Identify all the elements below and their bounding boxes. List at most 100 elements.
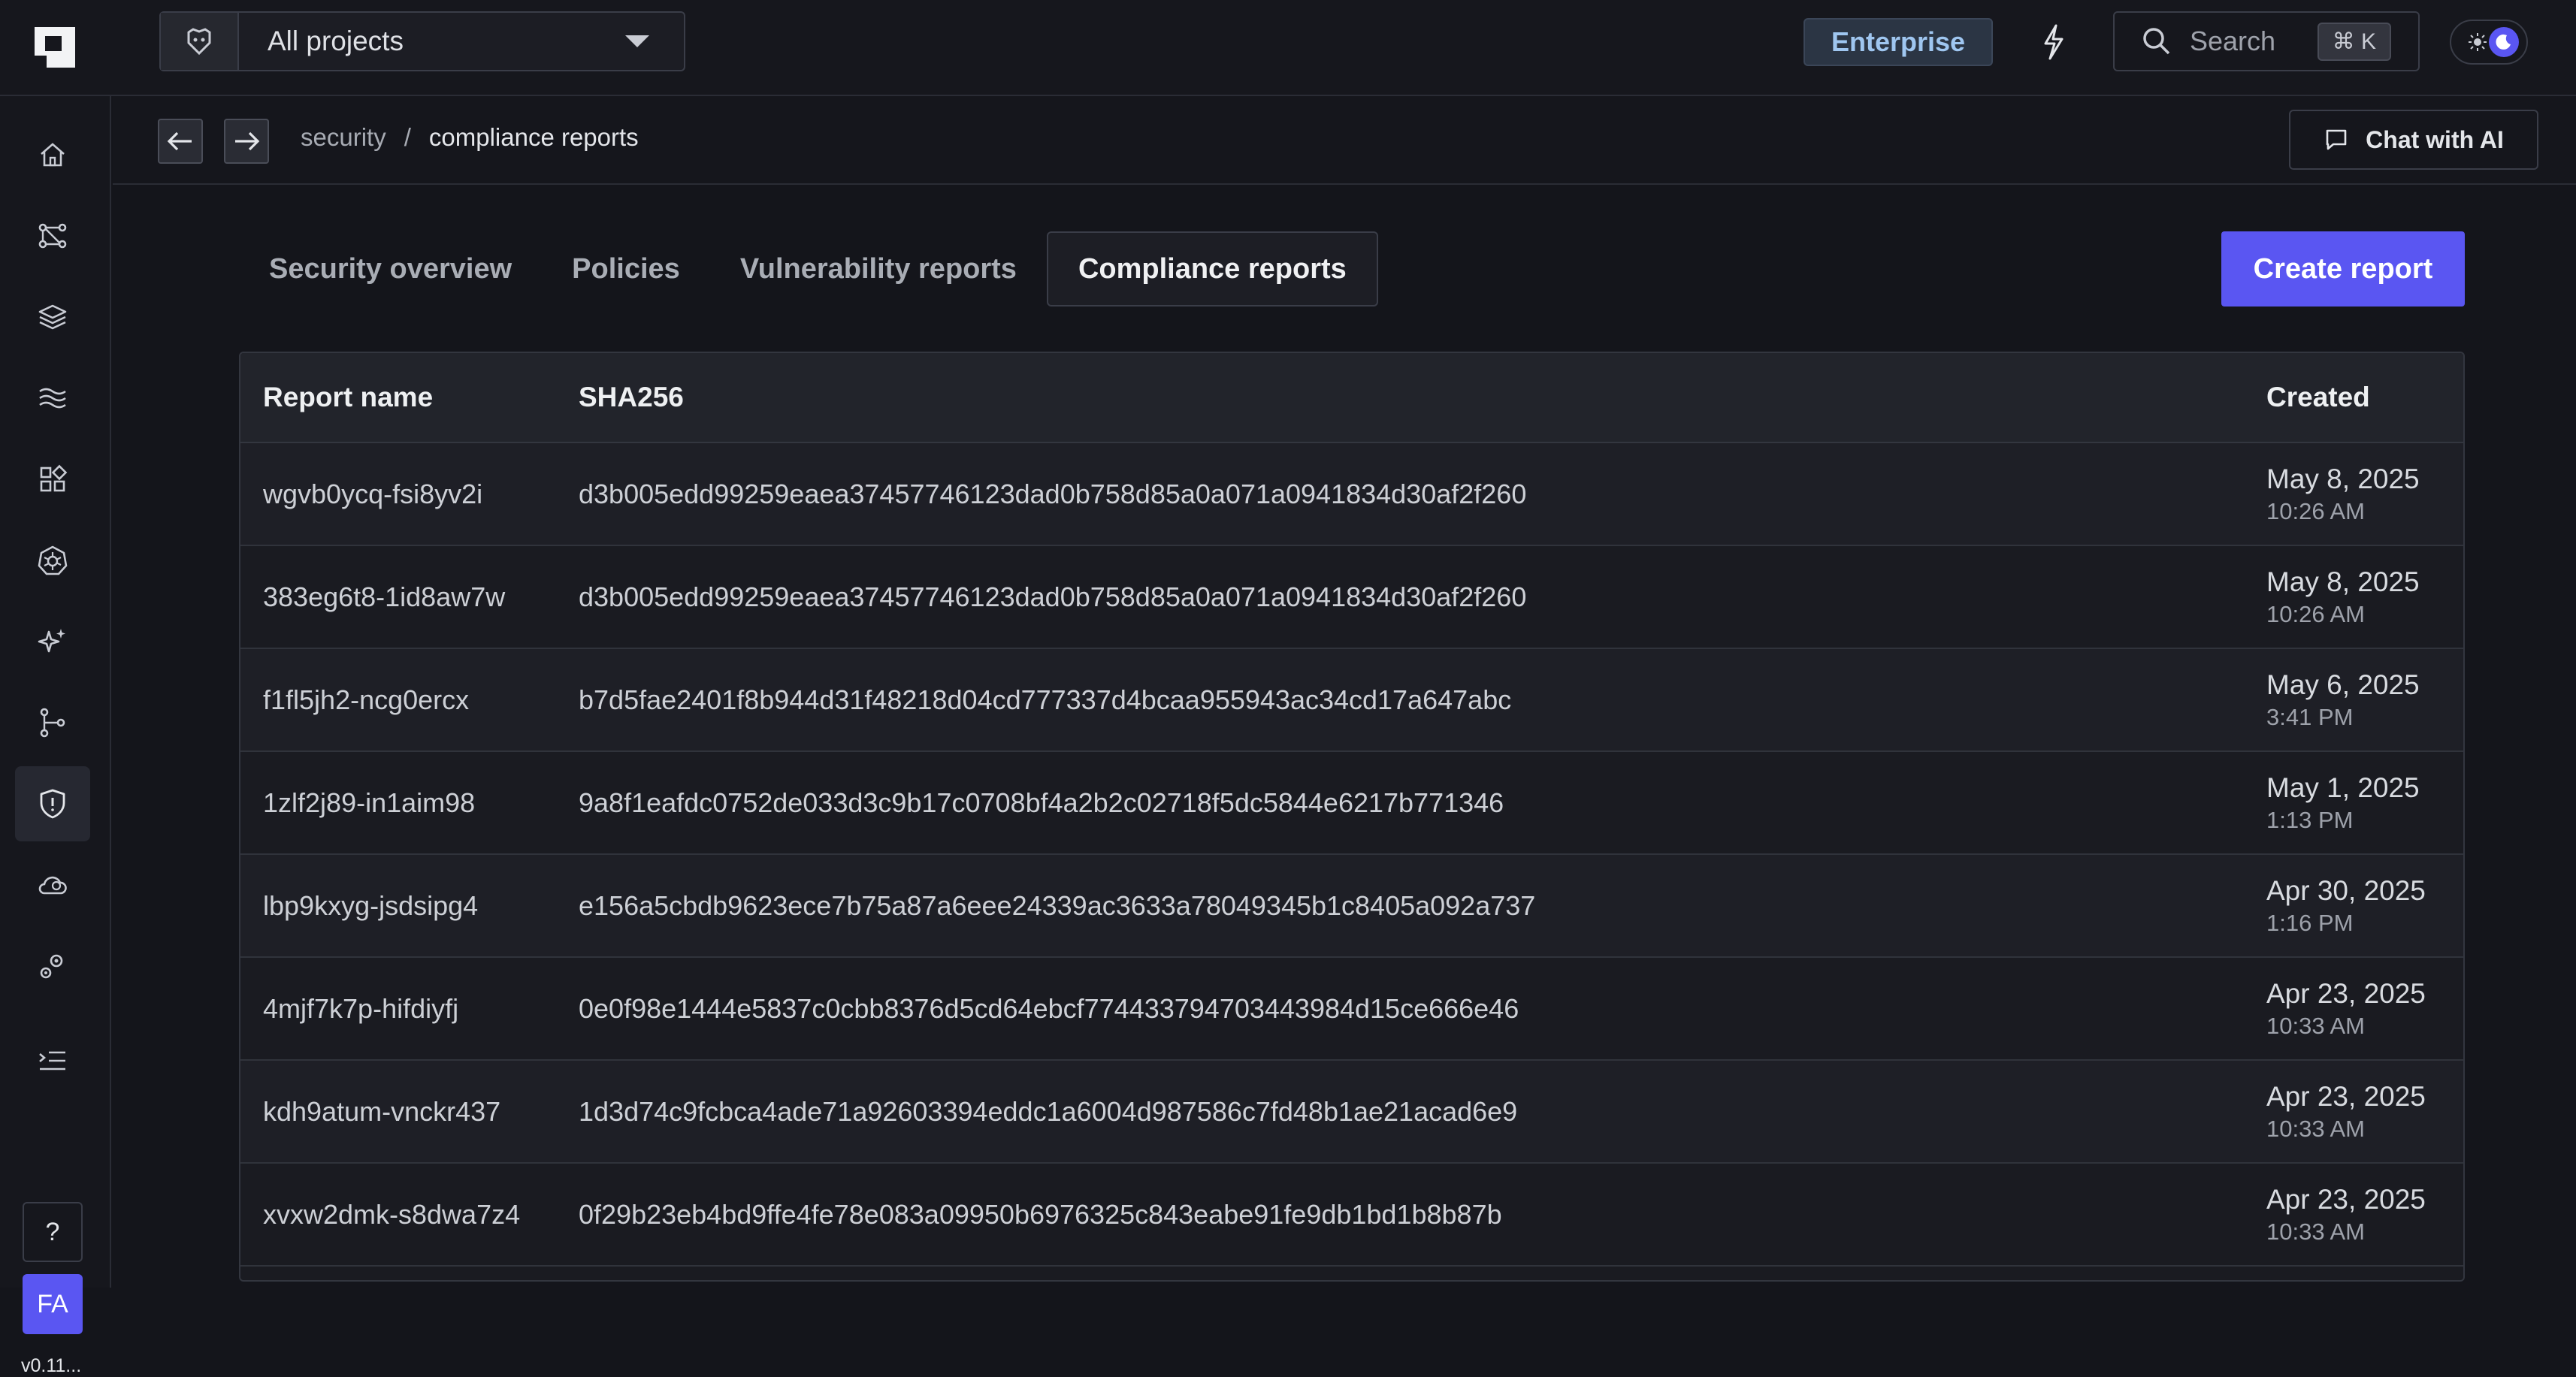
compliance-reports-table: Report name SHA256 Created wgvb0ycq-fsi8…: [239, 352, 2465, 1282]
back-button[interactable]: [158, 119, 203, 164]
cloud-cost-icon[interactable]: [15, 847, 90, 923]
plural-logo-icon[interactable]: [30, 23, 80, 72]
created-cell: Apr 30, 2025 1:16 PM: [2266, 875, 2463, 937]
moon-icon: [2489, 27, 2519, 57]
tab-policies[interactable]: Policies: [542, 231, 710, 307]
breadcrumb-bar: security / compliance reports Chat with …: [113, 96, 2576, 185]
sun-icon: [2469, 33, 2487, 51]
created-cell: May 6, 2025 3:41 PM: [2266, 669, 2463, 731]
lightning-icon[interactable]: [2036, 23, 2071, 62]
created-date: May 1, 2025: [2266, 772, 2420, 803]
collapse-menu-icon[interactable]: [15, 1023, 90, 1098]
sha256-hash: 9a8f1eafdc0752de033d3c9b17c0708bf4a2b2c0…: [579, 787, 1504, 818]
created-cell: May 8, 2025 10:26 AM: [2266, 464, 2463, 525]
tab-compliance-reports[interactable]: Compliance reports: [1046, 231, 1378, 307]
breadcrumb-compliance-reports: compliance reports: [428, 123, 639, 151]
search-shortcut: ⌘ K: [2317, 22, 2391, 61]
search-label: Search: [2190, 26, 2276, 56]
created-time: 1:13 PM: [2266, 806, 2354, 833]
project-selector-label: All projects: [268, 26, 404, 56]
tab-security-overview[interactable]: Security overview: [239, 231, 542, 307]
table-row[interactable]: lbp9kxyg-jsdsipg4 e156a5cbdb9623ece7b75a8…: [240, 855, 2463, 958]
created-date: Apr 23, 2025: [2266, 1183, 2426, 1215]
layers-icon[interactable]: [15, 279, 90, 355]
created-cell: May 8, 2025 10:26 AM: [2266, 566, 2463, 628]
chevron-down-icon: [625, 35, 649, 47]
waves-icon[interactable]: [15, 361, 90, 436]
settings-gears-icon[interactable]: [15, 929, 90, 1004]
theme-toggle[interactable]: [2450, 20, 2528, 65]
created-time: 10:26 AM: [2266, 497, 2365, 524]
table-row[interactable]: wgvb0ycq-fsi8yv2i d3b005edd99259eaea37457…: [240, 443, 2463, 546]
table-row[interactable]: kdh9atum-vnckr437 1d3d74c9fcbca4ade71a926…: [240, 1061, 2463, 1164]
breadcrumb: security / compliance reports: [301, 123, 639, 152]
report-name: lbp9kxyg-jsdsipg4: [263, 889, 479, 921]
sha256-hash: b7d5fae2401f8b944d31f48218d04cd777337d4b…: [579, 684, 1512, 715]
arrow-left-icon: [167, 131, 192, 151]
create-report-button[interactable]: Create report: [2221, 231, 2465, 307]
table-row[interactable]: xvxw2dmk-s8dwa7z4 0f29b23eb4bd9ffe4fe78e0…: [240, 1164, 2463, 1267]
kubernetes-icon[interactable]: [15, 523, 90, 598]
forward-button[interactable]: [224, 119, 269, 164]
created-time: 10:33 AM: [2266, 1012, 2365, 1039]
ai-sparkles-icon[interactable]: [15, 604, 90, 679]
home-icon[interactable]: [15, 117, 90, 192]
pipeline-icon[interactable]: [15, 685, 90, 760]
sha256-hash: e156a5cbdb9623ece7b75a87a6eee24339ac3633…: [579, 889, 1536, 921]
column-header-report-name[interactable]: Report name: [240, 382, 579, 413]
created-date: May 6, 2025: [2266, 669, 2420, 700]
report-name: 383eg6t8-1id8aw7w: [263, 581, 506, 612]
chat-bubble-icon: [2326, 129, 2347, 150]
report-name: kdh9atum-vnckr437: [263, 1095, 501, 1127]
enterprise-badge[interactable]: Enterprise: [1804, 18, 1993, 66]
user-avatar[interactable]: FA: [23, 1274, 83, 1334]
table-row[interactable]: 383eg6t8-1id8aw7w d3b005edd99259eaea37457…: [240, 546, 2463, 649]
search-icon: [2143, 28, 2170, 55]
created-cell: Apr 23, 2025 10:33 AM: [2266, 978, 2463, 1040]
column-header-created[interactable]: Created: [2266, 382, 2463, 413]
created-date: May 8, 2025: [2266, 566, 2420, 597]
catalog-icon[interactable]: [15, 442, 90, 517]
report-name: wgvb0ycq-fsi8yv2i: [263, 478, 483, 509]
project-avatar-icon: [161, 13, 239, 70]
chat-with-ai-label: Chat with AI: [2366, 125, 2504, 153]
sha256-hash: d3b005edd99259eaea37457746123dad0b758d85…: [579, 581, 1527, 612]
created-time: 1:16 PM: [2266, 909, 2354, 936]
created-time: 10:33 AM: [2266, 1218, 2365, 1245]
created-time: 3:41 PM: [2266, 703, 2354, 730]
created-date: May 8, 2025: [2266, 463, 2420, 494]
report-name: xvxw2dmk-s8dwa7z4: [263, 1198, 521, 1230]
table-row[interactable]: f1fl5jh2-ncg0ercx b7d5fae2401f8b944d31f48…: [240, 649, 2463, 752]
flow-icon[interactable]: [15, 198, 90, 273]
column-header-sha256[interactable]: SHA256: [579, 382, 2266, 413]
security-shield-icon[interactable]: [15, 766, 90, 841]
breadcrumb-separator: /: [404, 123, 411, 151]
created-time: 10:26 AM: [2266, 600, 2365, 627]
table-body: wgvb0ycq-fsi8yv2i d3b005edd99259eaea37457…: [240, 443, 2463, 1267]
breadcrumb-security[interactable]: security: [301, 123, 386, 152]
arrow-right-icon: [235, 131, 260, 151]
table-row[interactable]: 4mjf7k7p-hifdiyfj 0e0f98e1444e5837c0cbb83…: [240, 958, 2463, 1061]
help-button[interactable]: ?: [23, 1202, 83, 1262]
created-date: Apr 23, 2025: [2266, 977, 2426, 1009]
created-date: Apr 23, 2025: [2266, 1080, 2426, 1112]
security-tabs: Security overview Policies Vulnerability…: [239, 231, 1378, 307]
sha256-hash: 1d3d74c9fcbca4ade71a92603394eddc1a6004d9…: [579, 1095, 1518, 1127]
report-name: 4mjf7k7p-hifdiyfj: [263, 992, 459, 1024]
project-selector[interactable]: All projects: [159, 11, 685, 71]
search-button[interactable]: Search ⌘ K: [2113, 11, 2420, 71]
sha256-hash: 0f29b23eb4bd9ffe4fe78e083a09950b6976325c…: [579, 1198, 1502, 1230]
report-name: f1fl5jh2-ncg0ercx: [263, 684, 470, 715]
chat-with-ai-button[interactable]: Chat with AI: [2289, 110, 2538, 170]
sha256-hash: d3b005edd99259eaea37457746123dad0b758d85…: [579, 478, 1527, 509]
created-cell: May 1, 2025 1:13 PM: [2266, 772, 2463, 834]
table-row[interactable]: 1zlf2j89-in1aim98 9a8f1eafdc0752de033d3c9…: [240, 752, 2463, 855]
report-name: 1zlf2j89-in1aim98: [263, 787, 476, 818]
tab-vulnerability-reports[interactable]: Vulnerability reports: [710, 231, 1047, 307]
top-bar: All projects Enterprise Search ⌘ K: [0, 0, 2576, 96]
created-cell: Apr 23, 2025 10:33 AM: [2266, 1184, 2463, 1246]
table-header: Report name SHA256 Created: [240, 353, 2463, 443]
app-version: v0.11...: [21, 1355, 82, 1376]
created-cell: Apr 23, 2025 10:33 AM: [2266, 1081, 2463, 1143]
sidebar: ? FA v0.11...: [0, 96, 111, 1376]
